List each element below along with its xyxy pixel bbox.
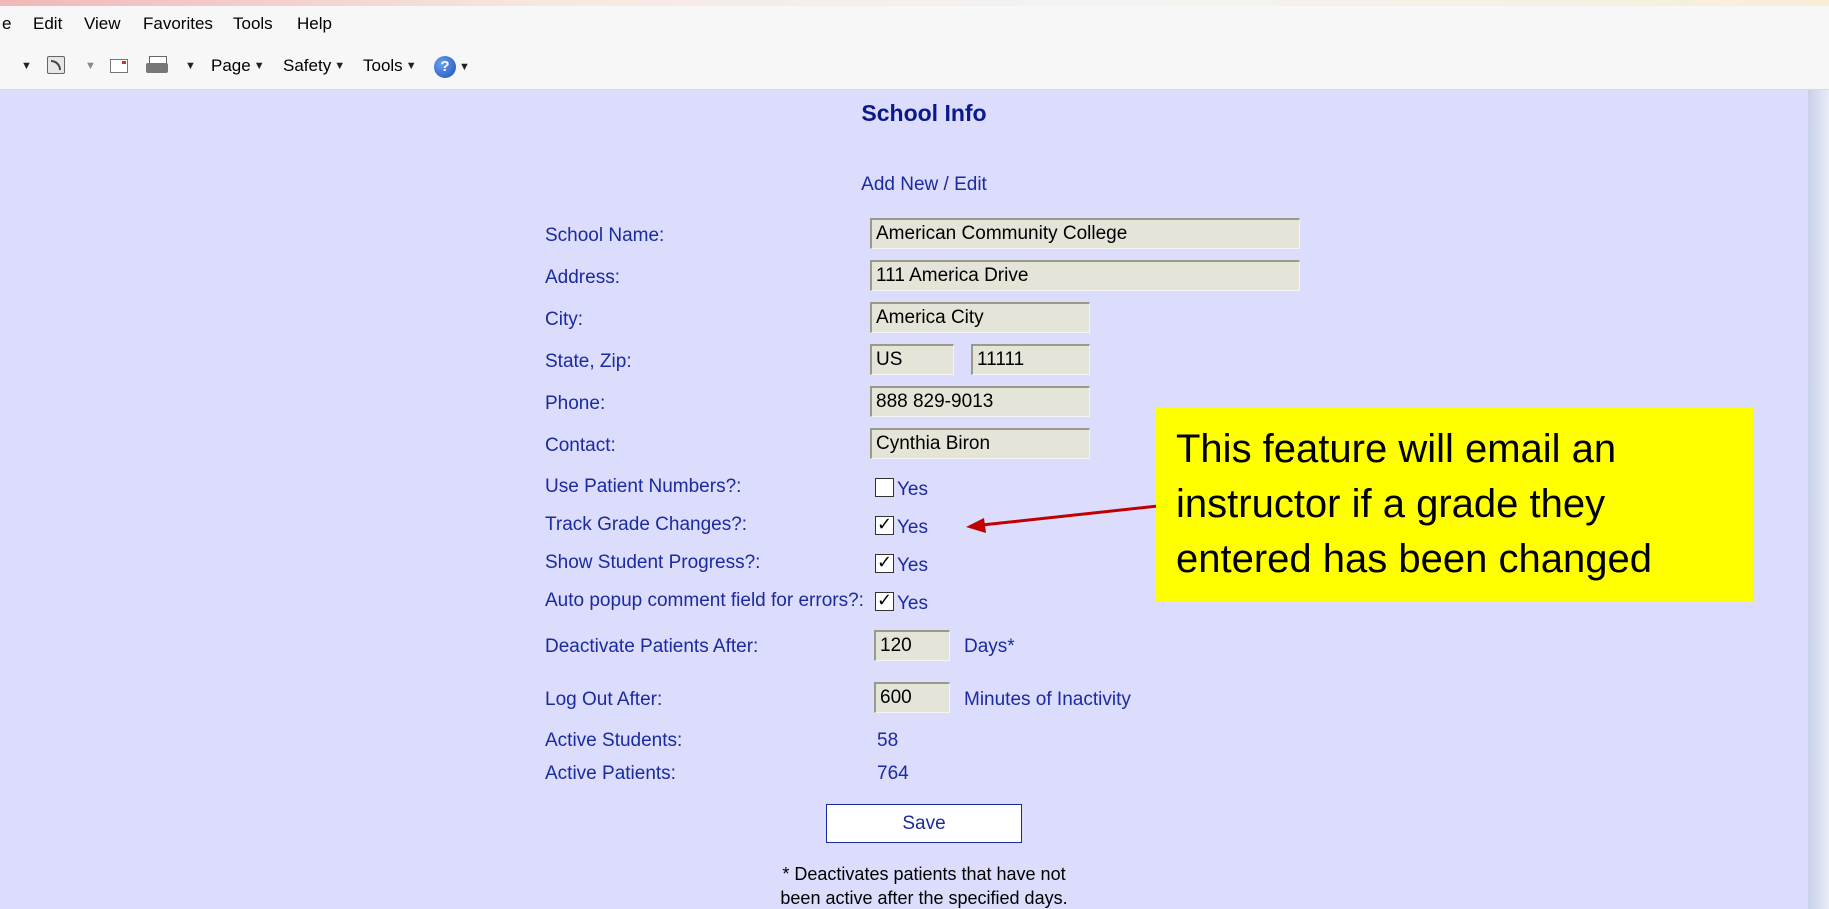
help-button[interactable]: ? ▼ — [434, 56, 470, 78]
track-grade-changes-label: Track Grade Changes?: — [545, 514, 748, 535]
feeds-icon — [47, 56, 65, 74]
page-title: School Info — [861, 100, 987, 126]
page-menu-button[interactable]: Page ▼ — [211, 56, 265, 76]
menu-favorites[interactable]: Favorites — [143, 14, 213, 34]
read-mail-icon — [110, 59, 128, 73]
command-bar: ▼ ▼ ▼ Page ▼ Safety ▼ Tools ▼ ? ▼ — [0, 48, 1829, 90]
arrow-head-icon — [966, 518, 986, 533]
callout-line-1: This feature will email an — [1176, 427, 1617, 471]
slide-edge-strip — [1808, 0, 1829, 909]
read-mail-button[interactable] — [110, 59, 128, 73]
yes-label: Yes — [897, 479, 928, 500]
city-label: City: — [545, 309, 583, 330]
page-menu-label: Page — [211, 56, 251, 75]
deactivate-days-input[interactable] — [874, 630, 950, 661]
track-grade-changes-option[interactable]: Yes — [875, 514, 928, 538]
safety-menu-button[interactable]: Safety ▼ — [283, 56, 345, 76]
use-patient-numbers-label: Use Patient Numbers?: — [545, 476, 742, 497]
active-students-label: Active Students: — [545, 730, 683, 751]
show-student-progress-checkbox[interactable] — [875, 552, 894, 573]
feeds-dropdown[interactable]: ▼ — [82, 60, 96, 72]
menu-tools[interactable]: Tools — [233, 14, 273, 34]
window-top-edge — [0, 0, 1829, 6]
contact-label: Contact: — [545, 435, 616, 456]
show-student-progress-label: Show Student Progress?: — [545, 552, 761, 573]
callout-arrow-line — [981, 504, 1159, 527]
deactivate-after-label: Deactivate Patients After: — [545, 636, 759, 657]
callout-line-3: entered has been changed — [1176, 537, 1652, 581]
menu-bar: e Edit View Favorites Tools Help — [0, 0, 1829, 48]
chevron-down-icon: ▼ — [459, 61, 470, 73]
address-label: Address: — [545, 267, 620, 288]
use-patient-numbers-option[interactable]: Yes — [875, 476, 928, 500]
chevron-down-icon: ▼ — [405, 60, 417, 72]
active-students-value: 58 — [877, 730, 899, 751]
yes-label: Yes — [897, 555, 928, 576]
safety-menu-label: Safety — [283, 56, 332, 75]
track-grade-changes-checkbox[interactable] — [875, 514, 894, 535]
yes-label: Yes — [897, 517, 928, 538]
phone-input[interactable] — [870, 386, 1090, 417]
form-subtitle: Add New / Edit — [861, 174, 987, 195]
chevron-down-icon: ▼ — [334, 60, 346, 72]
phone-label: Phone: — [545, 393, 606, 414]
zip-input[interactable] — [971, 344, 1090, 375]
show-student-progress-option[interactable]: Yes — [875, 552, 928, 576]
deactivation-footnote: * Deactivates patients that have not bee… — [0, 862, 1829, 909]
menu-help[interactable]: Help — [297, 14, 332, 34]
state-zip-label: State, Zip: — [545, 351, 632, 372]
callout-line-2: instructor if a grade they — [1176, 482, 1606, 526]
help-icon: ? — [434, 56, 456, 78]
school-name-input[interactable] — [870, 218, 1300, 249]
footnote-line-1: * Deactivates patients that have not — [782, 864, 1066, 884]
auto-popup-checkbox[interactable] — [875, 590, 894, 611]
active-patients-label: Active Patients: — [545, 763, 676, 784]
days-unit-label: Days* — [964, 636, 1015, 657]
chevron-down-icon: ▼ — [21, 60, 32, 72]
address-input[interactable] — [870, 260, 1300, 291]
use-patient-numbers-checkbox[interactable] — [875, 477, 894, 497]
minutes-unit-label: Minutes of Inactivity — [964, 689, 1131, 710]
city-input[interactable] — [870, 302, 1090, 333]
feeds-button[interactable] — [47, 56, 65, 74]
feature-callout: This feature will email an instructor if… — [1156, 408, 1753, 602]
contact-input[interactable] — [870, 428, 1090, 459]
footnote-line-2: been active after the specified days. — [780, 888, 1068, 908]
log-out-after-label: Log Out After: — [545, 689, 663, 710]
active-patients-value: 764 — [877, 763, 909, 784]
menu-edit[interactable]: Edit — [33, 14, 62, 34]
auto-popup-label: Auto popup comment field for errors?: — [545, 590, 864, 611]
chevron-down-icon: ▼ — [185, 60, 196, 72]
menu-file[interactable]: e — [2, 14, 11, 34]
print-dropdown[interactable]: ▼ — [182, 60, 196, 72]
tools-menu-button[interactable]: Tools ▼ — [363, 56, 417, 76]
save-button[interactable]: Save — [826, 804, 1022, 843]
chevron-down-icon: ▼ — [253, 60, 265, 72]
auto-popup-option[interactable]: Yes — [875, 590, 928, 614]
tools-menu-label: Tools — [363, 56, 403, 75]
state-input[interactable] — [870, 344, 954, 375]
yes-label: Yes — [897, 593, 928, 614]
chevron-down-icon: ▼ — [85, 60, 96, 72]
home-dropdown[interactable]: ▼ — [18, 60, 32, 72]
print-icon — [146, 56, 168, 74]
print-button[interactable] — [146, 56, 168, 74]
log-out-minutes-input[interactable] — [874, 682, 950, 713]
school-name-label: School Name: — [545, 225, 665, 246]
menu-view[interactable]: View — [84, 14, 121, 34]
